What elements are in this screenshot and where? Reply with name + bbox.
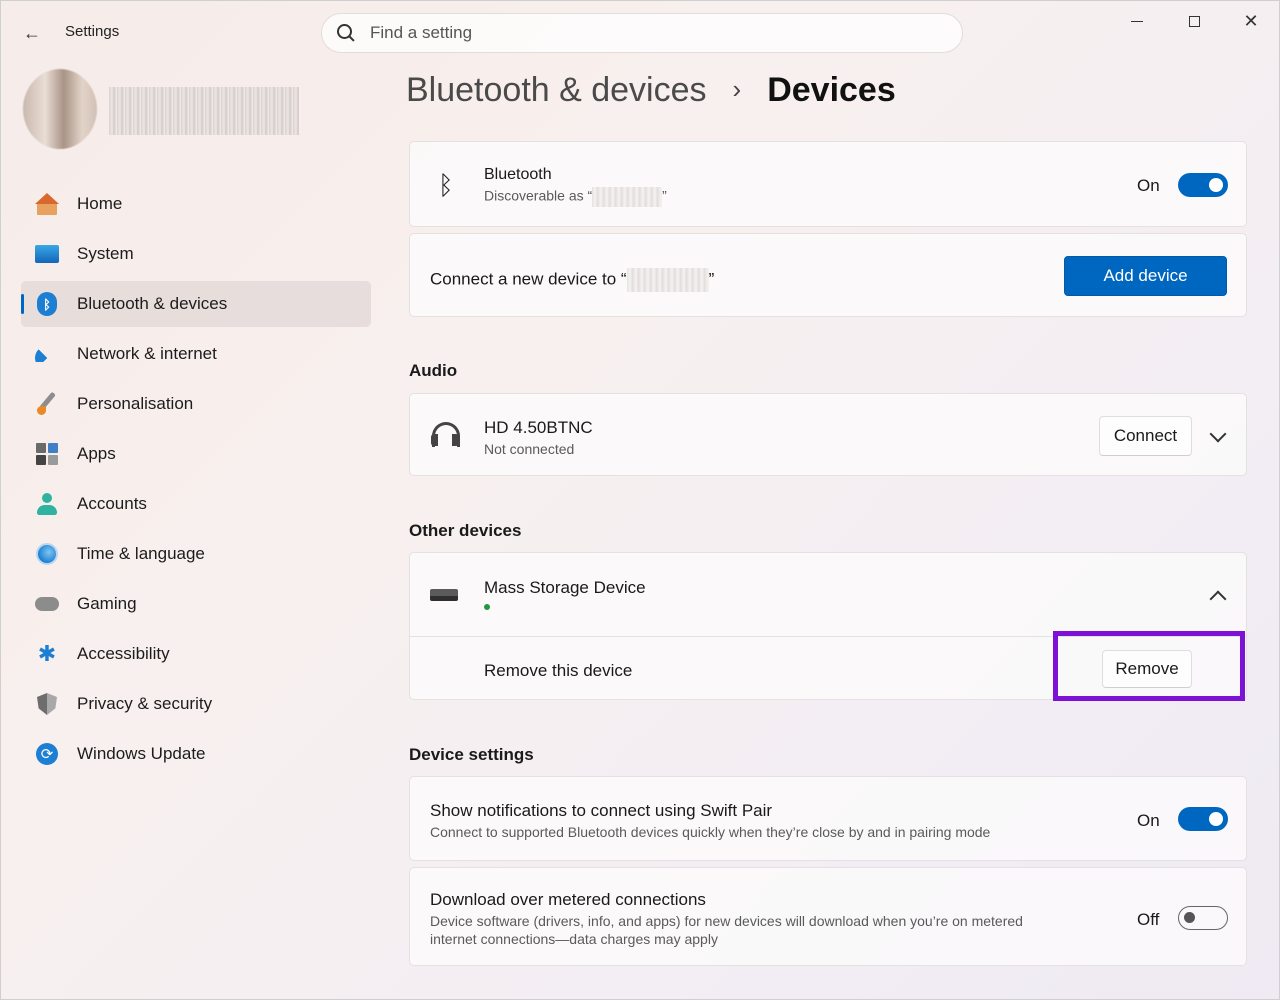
search-box[interactable] [321,13,963,53]
sidebar-item-system[interactable]: System [21,231,371,277]
wifi-icon [35,346,59,362]
bluetooth-card: ᛒ Bluetooth Discoverable as “ ” On [409,141,1247,227]
home-icon [35,192,59,216]
accessibility-icon: ✱ [37,641,57,666]
sidebar-item-label: Bluetooth & devices [77,294,228,313]
sidebar-item-accounts[interactable]: Accounts [21,481,371,527]
sidebar-item-gaming[interactable]: Gaming [21,581,371,627]
connect-device-card: Connect a new device to “ ” Add device [409,233,1247,317]
device-settings-heading: Device settings [409,745,534,764]
bluetooth-subtitle-prefix: Discoverable as “ [484,187,593,204]
minimize-icon [1131,20,1143,22]
search-input[interactable] [370,23,930,43]
minimize-button[interactable] [1114,7,1160,35]
search-icon [336,23,356,43]
update-icon: ⟳ [36,743,58,765]
page-title: Devices [767,71,896,109]
metered-toggle-label: Off [1137,910,1160,929]
device-name-redacted [592,187,663,207]
metered-title: Download over metered connections [430,890,706,909]
bluetooth-icon: ᛒ [438,170,454,200]
close-icon: ✕ [1243,10,1259,31]
swift-pair-toggle-label: On [1137,811,1160,830]
sidebar-nav: Home System ᛒ Bluetooth & devices Networ… [21,181,371,781]
audio-device-status: Not connected [484,441,575,457]
connect-text-suffix: ” [708,269,715,289]
device-name-redacted [626,268,709,292]
avatar[interactable] [23,69,97,149]
audio-heading: Audio [409,361,458,380]
sidebar-item-label: Accessibility [77,644,170,663]
shield-icon [37,693,57,715]
maximize-icon [1188,15,1200,27]
sidebar-item-label: System [77,244,134,263]
maximize-button[interactable] [1171,7,1217,35]
back-arrow-icon: ← [23,22,41,43]
sidebar-item-label: Home [77,194,123,213]
remove-device-text: Remove this device [484,661,633,680]
metered-toggle[interactable] [1178,906,1228,930]
breadcrumb-parent[interactable]: Bluetooth & devices [406,71,707,110]
other-devices-heading: Other devices [409,521,522,540]
sidebar-item-home[interactable]: Home [21,181,371,227]
bluetooth-toggle[interactable] [1178,173,1228,197]
sidebar-item-label: Apps [77,444,116,463]
sidebar-item-label: Personalisation [77,394,194,413]
sidebar-item-personalisation[interactable]: Personalisation [21,381,371,427]
storage-drive-icon [430,589,458,601]
apps-icon [36,443,58,465]
swift-pair-title: Show notifications to connect using Swif… [430,801,773,820]
back-button[interactable]: ← [17,19,47,47]
bluetooth-icon: ᛒ [37,292,57,316]
add-device-button[interactable]: Add device [1064,256,1227,296]
breadcrumb: Bluetooth & devices › Devices [406,71,896,110]
sidebar-item-label: Time & language [77,544,205,563]
gamepad-icon [35,597,59,611]
paintbrush-icon [35,392,59,416]
bluetooth-toggle-label: On [1137,176,1160,195]
connect-text-prefix: Connect a new device to “ [430,269,627,289]
connect-button[interactable]: Connect [1099,416,1192,456]
swift-pair-card: Show notifications to connect using Swif… [409,776,1247,861]
globe-clock-icon [36,543,58,565]
system-icon [35,245,59,263]
sidebar-item-accessibility[interactable]: ✱ Accessibility [21,631,371,677]
bluetooth-title: Bluetooth [484,166,552,183]
close-button[interactable]: ✕ [1228,7,1274,35]
sidebar-item-privacy-security[interactable]: Privacy & security [21,681,371,727]
metered-subtitle-line1: Device software (drivers, info, and apps… [430,913,1023,929]
sidebar-item-label: Network & internet [77,344,217,363]
metered-subtitle-line2: internet connections—data charges may ap… [430,931,718,947]
chevron-up-icon[interactable] [1209,590,1227,608]
sidebar-item-apps[interactable]: Apps [21,431,371,477]
metered-card: Download over metered connections Device… [409,867,1247,966]
app-title: Settings [65,23,120,40]
chevron-down-icon[interactable] [1209,425,1227,443]
other-device-name: Mass Storage Device [484,578,646,597]
settings-window: ← Settings ✕ Home System ᛒ Bluetooth & d… [0,0,1280,1000]
sidebar-item-network[interactable]: Network & internet [21,331,371,377]
highlight-box [1053,631,1245,701]
sidebar-item-bluetooth-devices[interactable]: ᛒ Bluetooth & devices [21,281,371,327]
bluetooth-subtitle-suffix: ” [662,187,667,204]
sidebar-item-time-language[interactable]: Time & language [21,531,371,577]
sidebar-item-label: Privacy & security [77,694,213,713]
swift-pair-toggle[interactable] [1178,807,1228,831]
audio-device-card[interactable]: HD 4.50BTNC Not connected Connect [409,393,1247,476]
swift-pair-subtitle: Connect to supported Bluetooth devices q… [430,824,991,840]
sidebar-item-label: Gaming [77,594,137,613]
sidebar-item-label: Windows Update [77,744,206,763]
person-icon [36,492,58,516]
status-dot-icon [484,604,490,610]
breadcrumb-separator: › [732,74,742,104]
audio-device-name: HD 4.50BTNC [484,418,593,437]
sidebar-item-label: Accounts [77,494,147,513]
profile-name-redacted [109,87,299,135]
sidebar-item-windows-update[interactable]: ⟳ Windows Update [21,731,371,777]
headphones-icon [430,420,460,450]
